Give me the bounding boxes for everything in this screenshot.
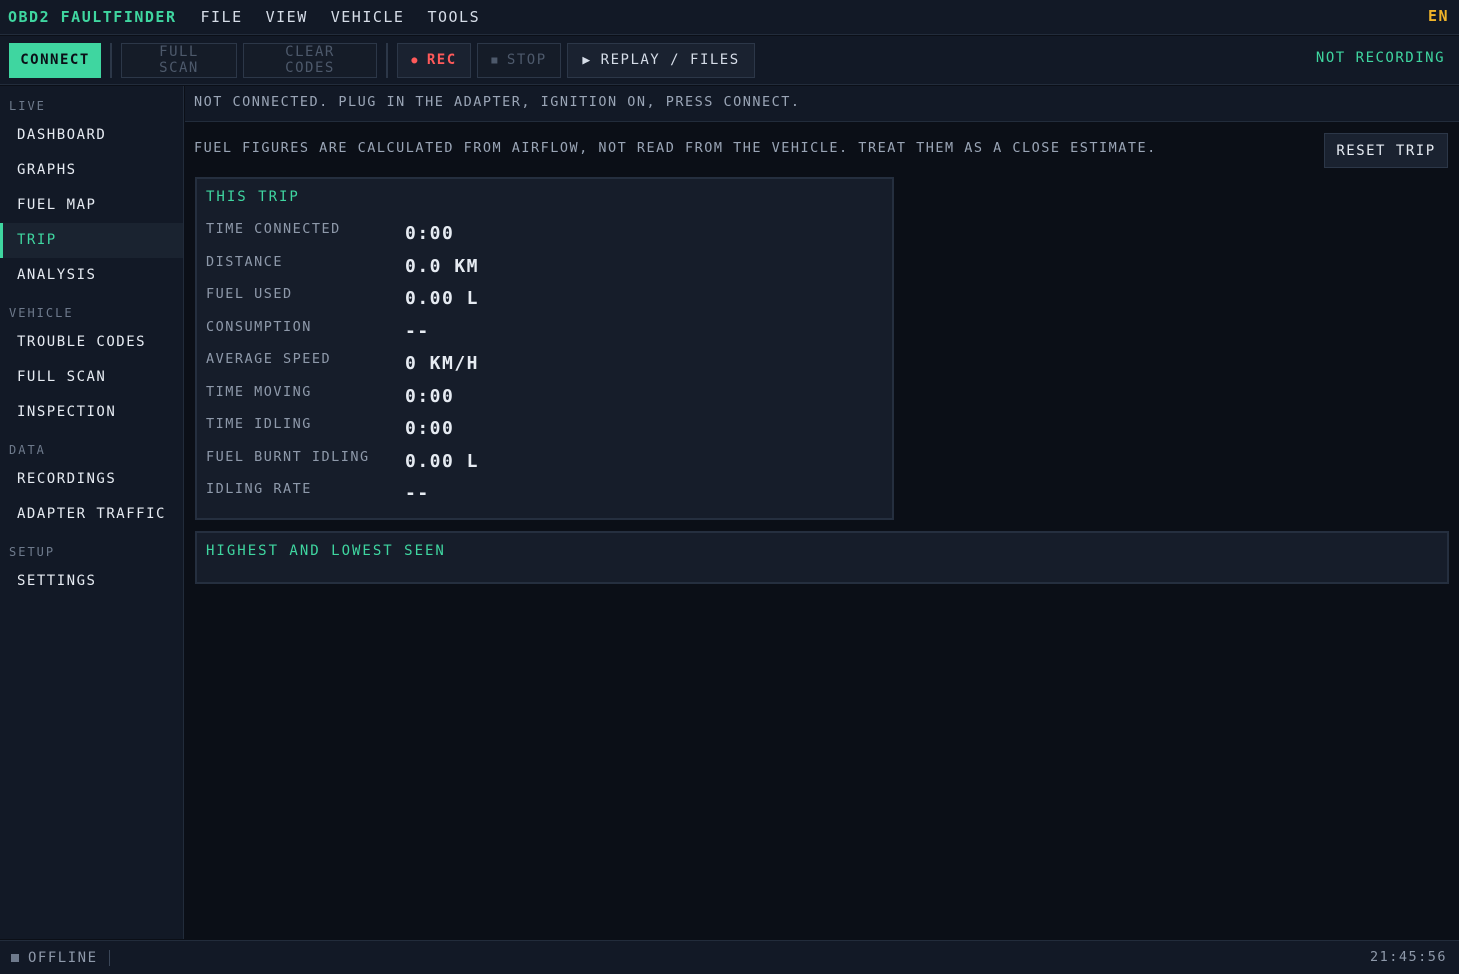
fuel-estimate-note: FUEL FIGURES ARE CALCULATED FROM AIRFLOW… bbox=[194, 140, 1157, 156]
menu-vehicle[interactable]: VEHICLE bbox=[331, 8, 405, 26]
trip-stat-time-connected: TIME CONNECTED 0:00 bbox=[206, 221, 886, 253]
highest-lowest-panel: HIGHEST AND LOWEST SEEN bbox=[195, 531, 1449, 584]
stop-button[interactable]: ■ STOP bbox=[477, 42, 561, 78]
trip-stat-average-speed: AVERAGE SPEED 0 KM/H bbox=[206, 351, 886, 383]
connect-button[interactable]: CONNECT bbox=[9, 42, 101, 78]
toolbar-divider bbox=[110, 42, 112, 78]
full-scan-button[interactable]: FULL SCAN bbox=[121, 42, 237, 78]
panel-title: THIS TRIP bbox=[206, 189, 300, 205]
stat-label: TIME IDLING bbox=[206, 416, 312, 432]
stat-value: 0:00 bbox=[405, 223, 455, 244]
stat-value: 0.0 KM bbox=[405, 255, 480, 277]
reset-trip-button[interactable]: RESET TRIP bbox=[1324, 133, 1448, 168]
trip-stat-fuel-burnt-idling: FUEL BURNT IDLING 0.00 L bbox=[206, 449, 886, 481]
sidebar-item-adapter-traffic[interactable]: ADAPTER TRAFFIC bbox=[0, 497, 183, 532]
connection-notice: NOT CONNECTED. PLUG IN THE ADAPTER, IGNI… bbox=[185, 86, 1459, 122]
toolbar-divider bbox=[386, 42, 388, 78]
connection-state: OFFLINE bbox=[28, 949, 98, 966]
sidebar-item-trip[interactable]: TRIP bbox=[0, 223, 183, 258]
sidebar-item-settings[interactable]: SETTINGS bbox=[0, 564, 183, 599]
panel-title: HIGHEST AND LOWEST SEEN bbox=[206, 543, 446, 559]
trip-stat-time-idling: TIME IDLING 0:00 bbox=[206, 416, 886, 448]
stat-value: -- bbox=[405, 483, 430, 504]
main-content: NOT CONNECTED. PLUG IN THE ADAPTER, IGNI… bbox=[185, 86, 1459, 939]
trip-stat-idling-rate: IDLING RATE -- bbox=[206, 481, 886, 513]
section-setup: SETUP bbox=[9, 545, 56, 559]
section-vehicle: VEHICLE bbox=[9, 306, 74, 320]
trip-stat-fuel-used: FUEL USED 0.00 L bbox=[206, 286, 886, 318]
play-icon: ▶ bbox=[582, 52, 592, 68]
stat-label: AVERAGE SPEED bbox=[206, 351, 332, 367]
clear-codes-button[interactable]: CLEAR CODES bbox=[243, 42, 377, 78]
rec-label: REC bbox=[426, 52, 457, 68]
stat-value: 0.00 L bbox=[405, 450, 480, 472]
replay-files-button[interactable]: ▶ REPLAY / FILES bbox=[567, 42, 755, 78]
stat-value: 0:00 bbox=[405, 418, 455, 439]
stat-label: FUEL BURNT IDLING bbox=[206, 448, 370, 465]
status-indicator-icon bbox=[11, 953, 19, 962]
sidebar-item-graphs[interactable]: GRAPHS bbox=[0, 153, 183, 188]
sidebar-item-recordings[interactable]: RECORDINGS bbox=[0, 462, 183, 497]
stop-square-icon: ■ bbox=[491, 54, 499, 66]
menu-file[interactable]: FILE bbox=[201, 8, 243, 26]
recording-status: NOT RECORDING bbox=[1315, 50, 1445, 66]
stat-label: CONSUMPTION bbox=[206, 318, 312, 335]
sidebar-item-dashboard[interactable]: DASHBOARD bbox=[0, 118, 183, 153]
stat-label: TIME CONNECTED bbox=[206, 221, 341, 237]
section-data: DATA bbox=[9, 443, 46, 457]
stat-value: 0 KM/H bbox=[405, 353, 480, 374]
clock: 21:45:56 bbox=[1369, 949, 1447, 965]
stat-value: 0.00 L bbox=[405, 288, 480, 309]
sidebar-item-full-scan[interactable]: FULL SCAN bbox=[0, 360, 183, 395]
stat-value: -- bbox=[405, 320, 430, 342]
record-dot-icon: ● bbox=[411, 54, 419, 66]
stat-label: IDLING RATE bbox=[206, 481, 312, 497]
sidebar: LIVE DASHBOARD GRAPHS FUEL MAP TRIP ANAL… bbox=[0, 86, 184, 939]
sidebar-item-analysis[interactable]: ANALYSIS bbox=[0, 258, 183, 293]
rec-button[interactable]: ● REC bbox=[397, 42, 471, 78]
app-window: OBD2 FAULTFINDER FILE VIEW VEHICLE TOOLS… bbox=[0, 0, 1459, 974]
app-title: OBD2 FAULTFINDER bbox=[8, 8, 177, 26]
statusbar: OFFLINE 21:45:56 bbox=[0, 940, 1459, 974]
section-live: LIVE bbox=[9, 99, 46, 113]
this-trip-panel: THIS TRIP TIME CONNECTED 0:00 DISTANCE 0.0 … bbox=[195, 177, 894, 520]
stat-label: TIME MOVING bbox=[206, 383, 312, 400]
replay-label: REPLAY / FILES bbox=[600, 52, 740, 68]
sidebar-item-fuel-map[interactable]: FUEL MAP bbox=[0, 188, 183, 223]
toolbar: CONNECT FULL SCAN CLEAR CODES ● REC ■ ST… bbox=[0, 36, 1459, 85]
stat-value: 0:00 bbox=[405, 385, 455, 407]
trip-stat-distance: DISTANCE 0.0 KM bbox=[206, 254, 886, 286]
menu-tools[interactable]: TOOLS bbox=[427, 8, 480, 26]
stat-label: DISTANCE bbox=[206, 253, 284, 270]
trip-stat-time-moving: TIME MOVING 0:00 bbox=[206, 384, 886, 416]
sidebar-item-inspection[interactable]: INSPECTION bbox=[0, 395, 183, 430]
stat-label: FUEL USED bbox=[206, 286, 293, 302]
status-divider bbox=[108, 949, 110, 966]
stop-label: STOP bbox=[506, 52, 547, 68]
language-selector[interactable]: EN bbox=[1428, 7, 1449, 25]
menubar: OBD2 FAULTFINDER FILE VIEW VEHICLE TOOLS… bbox=[0, 0, 1459, 35]
sidebar-item-trouble-codes[interactable]: TROUBLE CODES bbox=[0, 325, 183, 360]
menu-view[interactable]: VIEW bbox=[266, 8, 308, 26]
trip-stat-consumption: CONSUMPTION -- bbox=[206, 319, 886, 351]
